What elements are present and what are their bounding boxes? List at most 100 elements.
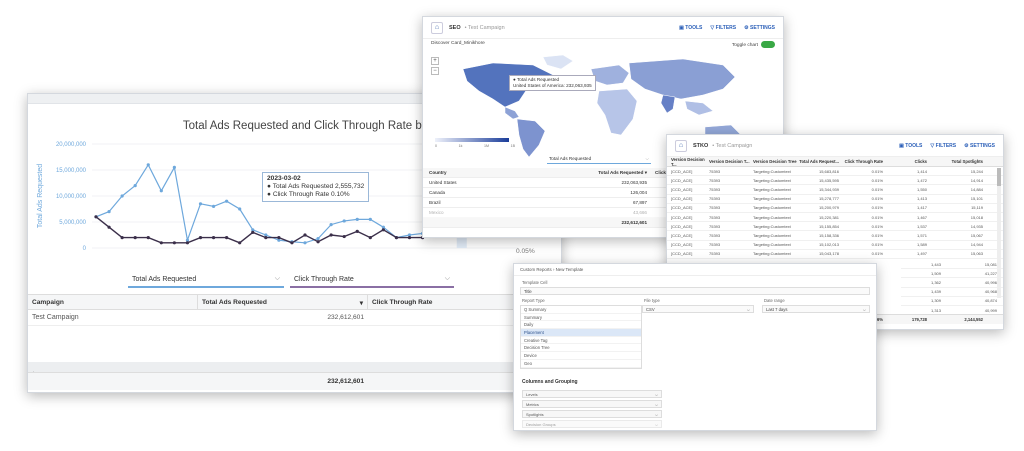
chevron-down-icon: ⌵: [746, 307, 750, 312]
group-metrics[interactable]: Metrics ⌵: [522, 400, 662, 408]
table-cell: 15,200,979: [818, 205, 839, 211]
col-header[interactable]: Version Decision T...: [667, 157, 709, 167]
table-cell: 0.01%: [871, 214, 883, 220]
col-header[interactable]: Version Decision T...: [709, 159, 753, 164]
filters-button[interactable]: ▽ FILTERS: [930, 143, 956, 149]
table-cell: [CCD_ACE]: [671, 232, 693, 238]
table-cell: 75393: [709, 186, 721, 192]
table-cell: 15,278,777: [818, 196, 839, 202]
home-icon[interactable]: ⌂: [675, 139, 687, 152]
settings-label: SETTINGS: [969, 142, 995, 149]
template-name-input[interactable]: Title: [520, 287, 870, 295]
y-tick-label: 15,000,000: [56, 168, 87, 174]
table-row[interactable]: 1,362 40,996: [901, 278, 1003, 288]
data-point: [107, 210, 111, 214]
table-row[interactable]: [CCD_ACE] 75393 Targeting:Customtext 15,435…: [667, 176, 1003, 186]
group-decision[interactable]: Decision Groups ⌵: [522, 420, 662, 428]
col-header[interactable]: Click Through Rate: [843, 159, 887, 164]
col-header[interactable]: Clicks: [887, 159, 931, 164]
table-row[interactable]: [CCD_ACE] 75393 Targeting:Customtext 15,683…: [667, 167, 1003, 177]
report-type-option[interactable]: Summary: [521, 314, 641, 322]
table-cell: 15,043,178: [818, 251, 839, 257]
table-cell: 41,227: [984, 270, 997, 276]
table-cell: 15,102,013: [818, 242, 839, 248]
select-click-through[interactable]: Click Through Rate ⌵: [290, 272, 454, 288]
vertical-scrollbar[interactable]: [997, 168, 1001, 298]
table-cell: 1,313: [930, 307, 941, 313]
data-table-header: Version Decision T... Version Decision T.…: [667, 157, 1003, 167]
group-label: Decision Groups: [526, 422, 556, 427]
toggle-switch[interactable]: [761, 41, 775, 48]
table-row[interactable]: Test Campaign 232,612,601: [28, 310, 561, 326]
table-cell: 40,968: [984, 289, 997, 295]
y-tick-label: 5,000,000: [59, 220, 86, 226]
data-point: [225, 199, 229, 203]
group-spotlights[interactable]: Spotlights ⌵: [522, 410, 662, 418]
select-total-ads[interactable]: Total Ads Requested ⌵: [128, 272, 284, 288]
report-type-option[interactable]: Placement: [521, 329, 641, 337]
data-point: [172, 241, 176, 245]
file-type-select[interactable]: CSV ⌵: [642, 305, 754, 313]
settings-button[interactable]: ⚙ SETTINGS: [964, 143, 995, 149]
table-row[interactable]: 1,443 15,081: [901, 260, 1003, 270]
report-type-option[interactable]: Decision Tree: [521, 344, 641, 353]
table-row[interactable]: [CCD_ACE] 75393 Targeting:Customtext 15,043…: [667, 250, 1003, 259]
col-header[interactable]: Version Decision Tree: [753, 159, 797, 164]
table-cell: 1,550: [916, 186, 927, 192]
brand-label: SEO: [449, 24, 461, 31]
table-cell: 0.01%: [871, 168, 883, 174]
map-greenland: [542, 54, 574, 70]
report-type-option[interactable]: Creative Tag: [521, 337, 641, 345]
data-table-body: [CCD_ACE] 75393 Targeting:Customtext 15,683…: [667, 167, 1003, 259]
data-point: [146, 236, 150, 240]
data-point: [368, 236, 372, 240]
table-row[interactable]: 1,439 40,968: [901, 288, 1003, 297]
filters-button[interactable]: ▽ FILTERS: [710, 25, 736, 31]
cell-campaign: Test Campaign: [32, 314, 79, 321]
tools-button[interactable]: ▣ TOOLS: [679, 25, 702, 31]
col-header[interactable]: Total Ads Request...: [797, 159, 843, 164]
chevron-down-icon: ⌵: [862, 307, 866, 312]
toggle-chart[interactable]: Toggle chart: [732, 41, 775, 48]
home-icon[interactable]: ⌂: [431, 21, 443, 34]
table-row[interactable]: [CCD_ACE] 75393 Targeting:Customtext 15,155…: [667, 222, 1003, 232]
table-row[interactable]: 1,309 40,874: [901, 297, 1003, 306]
settings-button[interactable]: ⚙ SETTINGS: [744, 25, 775, 31]
map-india: [660, 94, 676, 114]
col-total-ads[interactable]: Total Ads Requested ▾: [198, 295, 368, 309]
report-type-option[interactable]: Device: [521, 352, 641, 360]
col-campaign[interactable]: Campaign: [28, 295, 198, 309]
cell-ads: 43,666: [632, 210, 647, 215]
scrollbar-thumb[interactable]: [997, 168, 1001, 186]
report-type-option[interactable]: Q Summary: [521, 306, 641, 314]
table-cell: Targeting:Customtext: [753, 223, 791, 229]
y-tick-label: 10,000,000: [56, 194, 87, 200]
table-cell: 0.01%: [871, 186, 883, 192]
table-row[interactable]: [CCD_ACE] 75393 Targeting:Customtext 15,220…: [667, 213, 1003, 223]
map-metric-select[interactable]: Total Ads Requested ⌵: [547, 155, 651, 164]
col-header[interactable]: Total Spotlights: [931, 159, 991, 164]
data-point: [107, 225, 111, 229]
table-row[interactable]: [CCD_ACE] 75393 Targeting:Customtext 15,278…: [667, 195, 1003, 204]
report-type-option[interactable]: Daily: [521, 321, 641, 330]
col-country[interactable]: Country: [423, 170, 541, 175]
select-click-through-label: Click Through Rate: [294, 275, 354, 283]
table-cell: Targeting:Customtext: [753, 168, 791, 174]
tools-label: TOOLS: [905, 142, 923, 149]
table-row[interactable]: [CCD_ACE] 75393 Targeting:Customtext 15,200…: [667, 204, 1003, 213]
horizontal-scrollbar[interactable]: ‹: [28, 362, 561, 377]
data-point: [407, 236, 412, 240]
report-type-option[interactable]: Geo: [521, 360, 641, 368]
group-levels[interactable]: Levels ⌵: [522, 390, 662, 398]
table-cell: 75393: [709, 168, 721, 174]
data-point: [342, 234, 346, 239]
tools-button[interactable]: ▣ TOOLS: [899, 143, 922, 149]
table-row[interactable]: 1,509 41,227: [901, 269, 1003, 279]
data-point: [303, 233, 307, 237]
date-range-select[interactable]: Last 7 days ⌵: [762, 305, 870, 313]
table-row[interactable]: [CCD_ACE] 75393 Targeting:Customtext 15,158…: [667, 231, 1003, 241]
table-row[interactable]: [CCD_ACE] 75393 Targeting:Customtext 15,102…: [667, 241, 1003, 250]
table-row[interactable]: [CCD_ACE] 75393 Targeting:Customtext 15,344…: [667, 185, 1003, 195]
col-ads[interactable]: Total Ads Requested ▾: [541, 170, 651, 176]
table-cell: 1,414: [916, 168, 927, 174]
